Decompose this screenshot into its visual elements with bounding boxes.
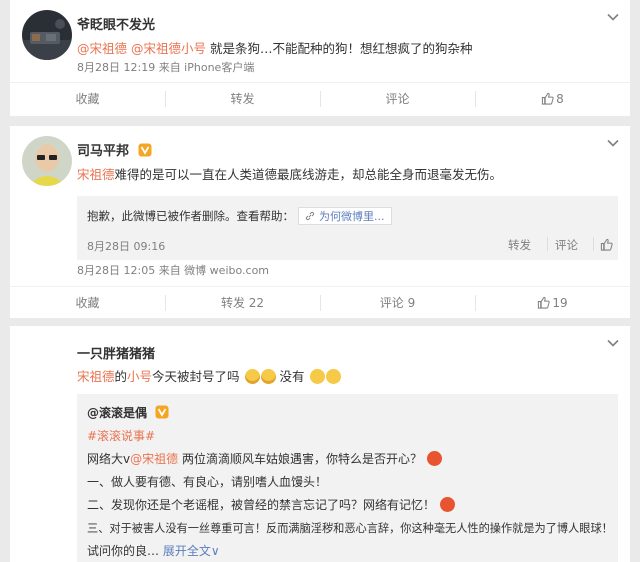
quote-text: 两位滴滴顺风车姑娘遇害，你特么是否开心？ — [178, 452, 422, 466]
post-card-3: 一只胖猪猪猪 宋祖德的小号今天被封号了吗 没有 @滚滚是偶 #滚滚说事# 网络大… — [10, 326, 630, 562]
expand-label: 展开全文 — [162, 544, 211, 558]
emoji-icon — [439, 497, 455, 512]
author-name[interactable]: 爷眨眼不发光 — [77, 14, 155, 33]
quote-repost-button[interactable]: 转发 — [508, 237, 531, 253]
comment-button[interactable]: 评论 — [320, 83, 475, 114]
mention-link[interactable]: 宋祖德 — [77, 167, 115, 182]
help-link[interactable]: 为何微博里... — [298, 207, 392, 225]
quote-line: 试问你的良… 展开全文∨ — [87, 540, 608, 562]
post-card-2: 司马平邦 宋祖德难得的是可以一直在人类道德最底线游走，却总能全身而退毫发无伤。 … — [10, 126, 630, 318]
thumb-up-icon[interactable] — [600, 238, 613, 251]
quote-comment-button[interactable]: 评论 — [555, 237, 578, 253]
mention-link[interactable]: @宋祖德 — [77, 41, 127, 56]
expand-arrow-icon: ∨ — [210, 544, 220, 558]
repost-label: 转发 22 — [220, 296, 265, 310]
author-name[interactable]: 一只胖猪猪猪 — [77, 343, 155, 362]
post-body: 就是条狗…不能配种的狗！想红想疯了的狗杂种 — [206, 41, 473, 56]
favorite-label: 收藏 — [75, 296, 100, 310]
expand-link[interactable]: 展开全文∨ — [163, 544, 220, 558]
mention-link[interactable]: @宋祖德 — [130, 452, 178, 466]
post-card-1: 爷眨眼不发光 @宋祖德 @宋祖德小号 就是条狗…不能配种的狗！想红想疯了的狗杂种… — [10, 0, 630, 116]
thumb-up-icon — [542, 92, 554, 105]
author-name-link[interactable]: 司马平邦 — [77, 144, 129, 159]
repost-button[interactable]: 转发 22 — [165, 287, 320, 318]
repost-button[interactable]: 转发 — [165, 83, 320, 114]
mention-link[interactable]: 宋祖德 — [77, 369, 115, 384]
comment-label: 评论 — [385, 92, 410, 106]
quote-time: 8月28日 09:16 — [87, 240, 166, 253]
verified-badge-icon — [138, 143, 152, 157]
help-link-label: 为何微博里... — [319, 210, 385, 223]
quote-author-link[interactable]: @滚滚是偶 — [87, 406, 147, 420]
emoji-icon — [426, 451, 442, 466]
author-name: 司马平邦 — [77, 140, 152, 159]
comment-label: 评论 9 — [379, 296, 416, 310]
emoji-icon — [260, 369, 276, 384]
quote-line: 网络大v@宋祖德 两位滴滴顺风车姑娘遇害，你特么是否开心？ — [87, 448, 608, 471]
quote-line: 一、做人要有德、有良心，请别嗜人血馒头！ — [87, 475, 328, 489]
action-bar: 收藏 转发 评论 8 — [10, 82, 630, 114]
emoji-icon — [309, 369, 325, 384]
post-body: 的 — [114, 369, 128, 384]
mention-link[interactable]: 小号 — [127, 369, 152, 384]
comment-button[interactable]: 评论 9 — [320, 287, 475, 318]
favorite-button[interactable]: 收藏 — [10, 287, 165, 318]
emoji-icon — [244, 369, 260, 384]
verified-badge-icon — [155, 405, 169, 419]
divider — [547, 237, 548, 251]
like-button[interactable]: 8 — [475, 83, 630, 114]
avatar[interactable] — [22, 136, 72, 186]
post-body: 没有 — [275, 369, 305, 384]
like-button[interactable]: 19 — [475, 287, 630, 318]
deleted-notice: 抱歉，此微博已被作者删除。查看帮助： — [87, 209, 294, 223]
quote-text: 二、发现你还是个老谣棍，被曾经的禁言忘记了吗？网络有记忆！ — [87, 498, 436, 512]
chevron-down-icon[interactable] — [606, 336, 620, 350]
quote-text: 网络大v — [87, 452, 131, 466]
repost-label: 转发 — [230, 92, 255, 106]
favorite-label: 收藏 — [75, 92, 100, 106]
post-text: 宋祖德的小号今天被封号了吗 没有 — [77, 366, 341, 385]
like-count: 8 — [556, 91, 564, 106]
quote-text: 试问你的良… — [87, 544, 160, 558]
post-body: 今天被封号了吗 — [152, 369, 240, 384]
link-icon — [305, 211, 315, 221]
thumb-up-icon — [538, 296, 551, 309]
post-text: 宋祖德难得的是可以一直在人类道德最底线游走，却总能全身而退毫发无伤。 — [77, 164, 502, 183]
action-bar: 收藏 转发 22 评论 9 19 — [10, 286, 630, 318]
chevron-down-icon[interactable] — [606, 136, 620, 150]
divider — [593, 237, 594, 251]
quote-line: 三、对于被害人没有一丝尊重可言！反而满脑淫秽和恶心言辞，你这种毫无人性的操作就是… — [87, 522, 613, 535]
topic-link[interactable]: #滚滚说事# — [87, 425, 608, 448]
chevron-down-icon[interactable] — [606, 10, 620, 24]
emoji-icon — [325, 369, 341, 384]
avatar[interactable] — [22, 10, 72, 60]
post-meta: 8月28日 12:19 来自 iPhone客户端 — [77, 61, 255, 74]
favorite-button[interactable]: 收藏 — [10, 83, 165, 114]
quote-line: 二、发现你还是个老谣棍，被曾经的禁言忘记了吗？网络有记忆！ — [87, 494, 608, 517]
quoted-post: 抱歉，此微博已被作者删除。查看帮助： 为何微博里... 8月28日 09:16 … — [77, 196, 618, 260]
post-text: @宋祖德 @宋祖德小号 就是条狗…不能配种的狗！想红想疯了的狗杂种 — [77, 38, 473, 57]
like-count: 19 — [552, 295, 568, 310]
quote-author: @滚滚是偶 — [87, 402, 608, 425]
post-meta: 8月28日 12:05 来自 微博 weibo.com — [77, 264, 270, 277]
quoted-post: @滚滚是偶 #滚滚说事# 网络大v@宋祖德 两位滴滴顺风车姑娘遇害，你特么是否开… — [77, 394, 618, 562]
mention-link[interactable]: @宋祖德小号 — [131, 41, 206, 56]
post-body: 难得的是可以一直在人类道德最底线游走，却总能全身而退毫发无伤。 — [114, 167, 503, 182]
